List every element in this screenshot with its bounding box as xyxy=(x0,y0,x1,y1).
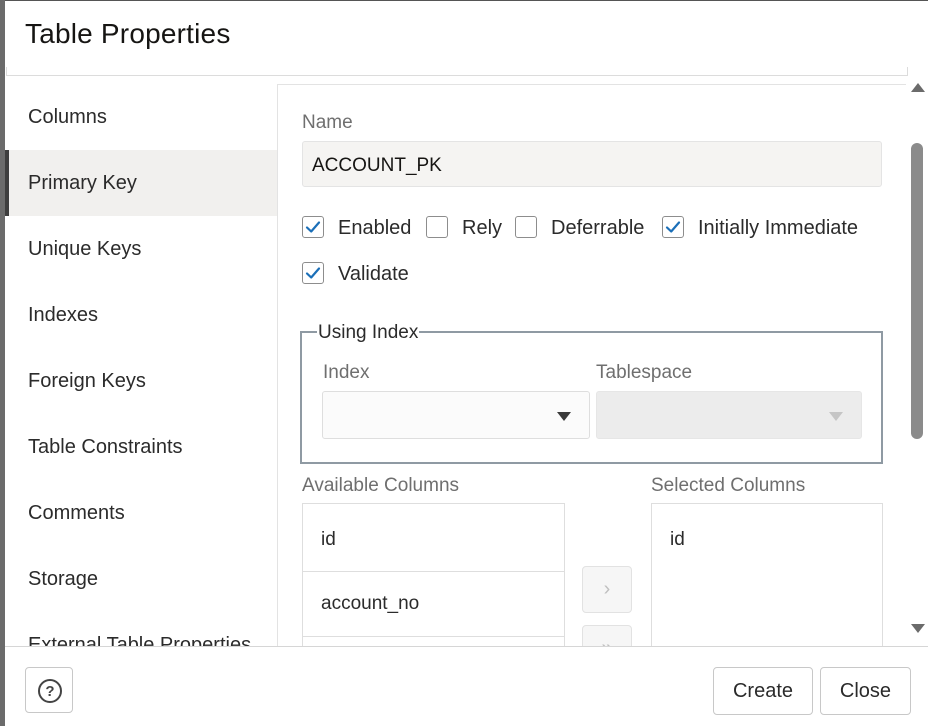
name-input[interactable]: ACCOUNT_PK xyxy=(302,141,882,187)
help-button[interactable]: ? xyxy=(25,667,73,713)
sidebar-item-label: External Table Properties xyxy=(28,634,252,646)
deferrable-label: Deferrable xyxy=(551,217,645,239)
list-item[interactable]: id xyxy=(652,504,882,571)
sidebar-item-indexes[interactable]: Indexes xyxy=(5,282,277,348)
dialog-header: Table Properties xyxy=(5,1,928,67)
enabled-checkbox[interactable] xyxy=(302,216,324,238)
sidebar-item-table-constraints[interactable]: Table Constraints xyxy=(5,414,277,480)
sidebar-item-label: Table Constraints xyxy=(28,436,183,458)
header-toolbar-strip xyxy=(6,67,908,76)
dialog-title: Table Properties xyxy=(25,18,231,49)
sidebar-item-primary-key[interactable]: Primary Key xyxy=(5,150,277,216)
panel-scrollbar[interactable] xyxy=(906,78,928,646)
deferrable-checkbox[interactable] xyxy=(515,216,537,238)
scrollbar-thumb[interactable] xyxy=(911,143,923,439)
enabled-label: Enabled xyxy=(338,217,412,239)
sidebar-nav: Columns Primary Key Unique Keys Indexes … xyxy=(5,84,277,646)
sidebar-item-comments[interactable]: Comments xyxy=(5,480,277,546)
validate-checkbox[interactable] xyxy=(302,262,324,284)
sidebar-item-label: Unique Keys xyxy=(28,238,142,260)
dialog-footer: ? Create Close xyxy=(5,646,928,727)
sidebar-item-storage[interactable]: Storage xyxy=(5,546,277,612)
tablespace-select xyxy=(596,391,862,439)
scroll-up-arrow-icon[interactable] xyxy=(911,83,925,92)
available-columns-label: Available Columns xyxy=(302,475,460,496)
sidebar-item-label: Comments xyxy=(28,502,125,524)
chevron-down-icon xyxy=(829,412,843,421)
sidebar-item-label: Foreign Keys xyxy=(28,370,146,392)
rely-label: Rely xyxy=(462,217,503,239)
sidebar-item-unique-keys[interactable]: Unique Keys xyxy=(5,216,277,282)
using-index-legend: Using Index xyxy=(317,322,420,344)
scroll-down-arrow-icon[interactable] xyxy=(911,624,925,633)
name-label: Name xyxy=(302,112,353,133)
index-select[interactable] xyxy=(322,391,590,439)
sidebar-item-label: Indexes xyxy=(28,304,99,326)
rely-checkbox[interactable] xyxy=(426,216,448,238)
sidebar-item-label: Storage xyxy=(28,568,99,590)
list-item[interactable]: id xyxy=(303,504,564,572)
initially-immediate-checkbox[interactable] xyxy=(662,216,684,238)
table-properties-dialog: Table Properties Columns Primary Key Uni… xyxy=(0,0,928,727)
sidebar-item-foreign-keys[interactable]: Foreign Keys xyxy=(5,348,277,414)
checkmark-icon xyxy=(305,267,321,279)
close-button[interactable]: Close xyxy=(820,667,911,715)
index-label: Index xyxy=(323,362,370,383)
initially-immediate-label: Initially Immediate xyxy=(698,217,859,239)
sidebar-item-label: Columns xyxy=(28,106,107,128)
tablespace-label: Tablespace xyxy=(596,362,693,383)
chevron-down-icon xyxy=(557,412,571,421)
move-selected-button[interactable]: › xyxy=(582,566,632,613)
sidebar-item-external-table-properties[interactable]: External Table Properties xyxy=(5,612,277,646)
sidebar-item-columns[interactable]: Columns xyxy=(5,84,277,150)
create-button[interactable]: Create xyxy=(713,667,813,715)
selected-columns-list[interactable]: id xyxy=(651,503,883,647)
list-item[interactable]: account_no xyxy=(303,571,564,637)
list-item-label: account_no xyxy=(321,593,420,614)
checkmark-icon xyxy=(665,221,681,233)
sidebar-item-label: Primary Key xyxy=(28,172,137,194)
help-icon: ? xyxy=(38,679,62,703)
checkmark-icon xyxy=(305,221,321,233)
list-item-label: id xyxy=(321,529,336,550)
selected-columns-label: Selected Columns xyxy=(651,475,806,496)
available-columns-list[interactable]: id account_no xyxy=(302,503,565,647)
primary-key-panel: Name ACCOUNT_PK Enabled Rely Deferrable … xyxy=(277,84,906,647)
move-all-button[interactable]: » xyxy=(582,625,632,647)
list-item-label: id xyxy=(670,529,685,550)
validate-label: Validate xyxy=(338,263,409,285)
